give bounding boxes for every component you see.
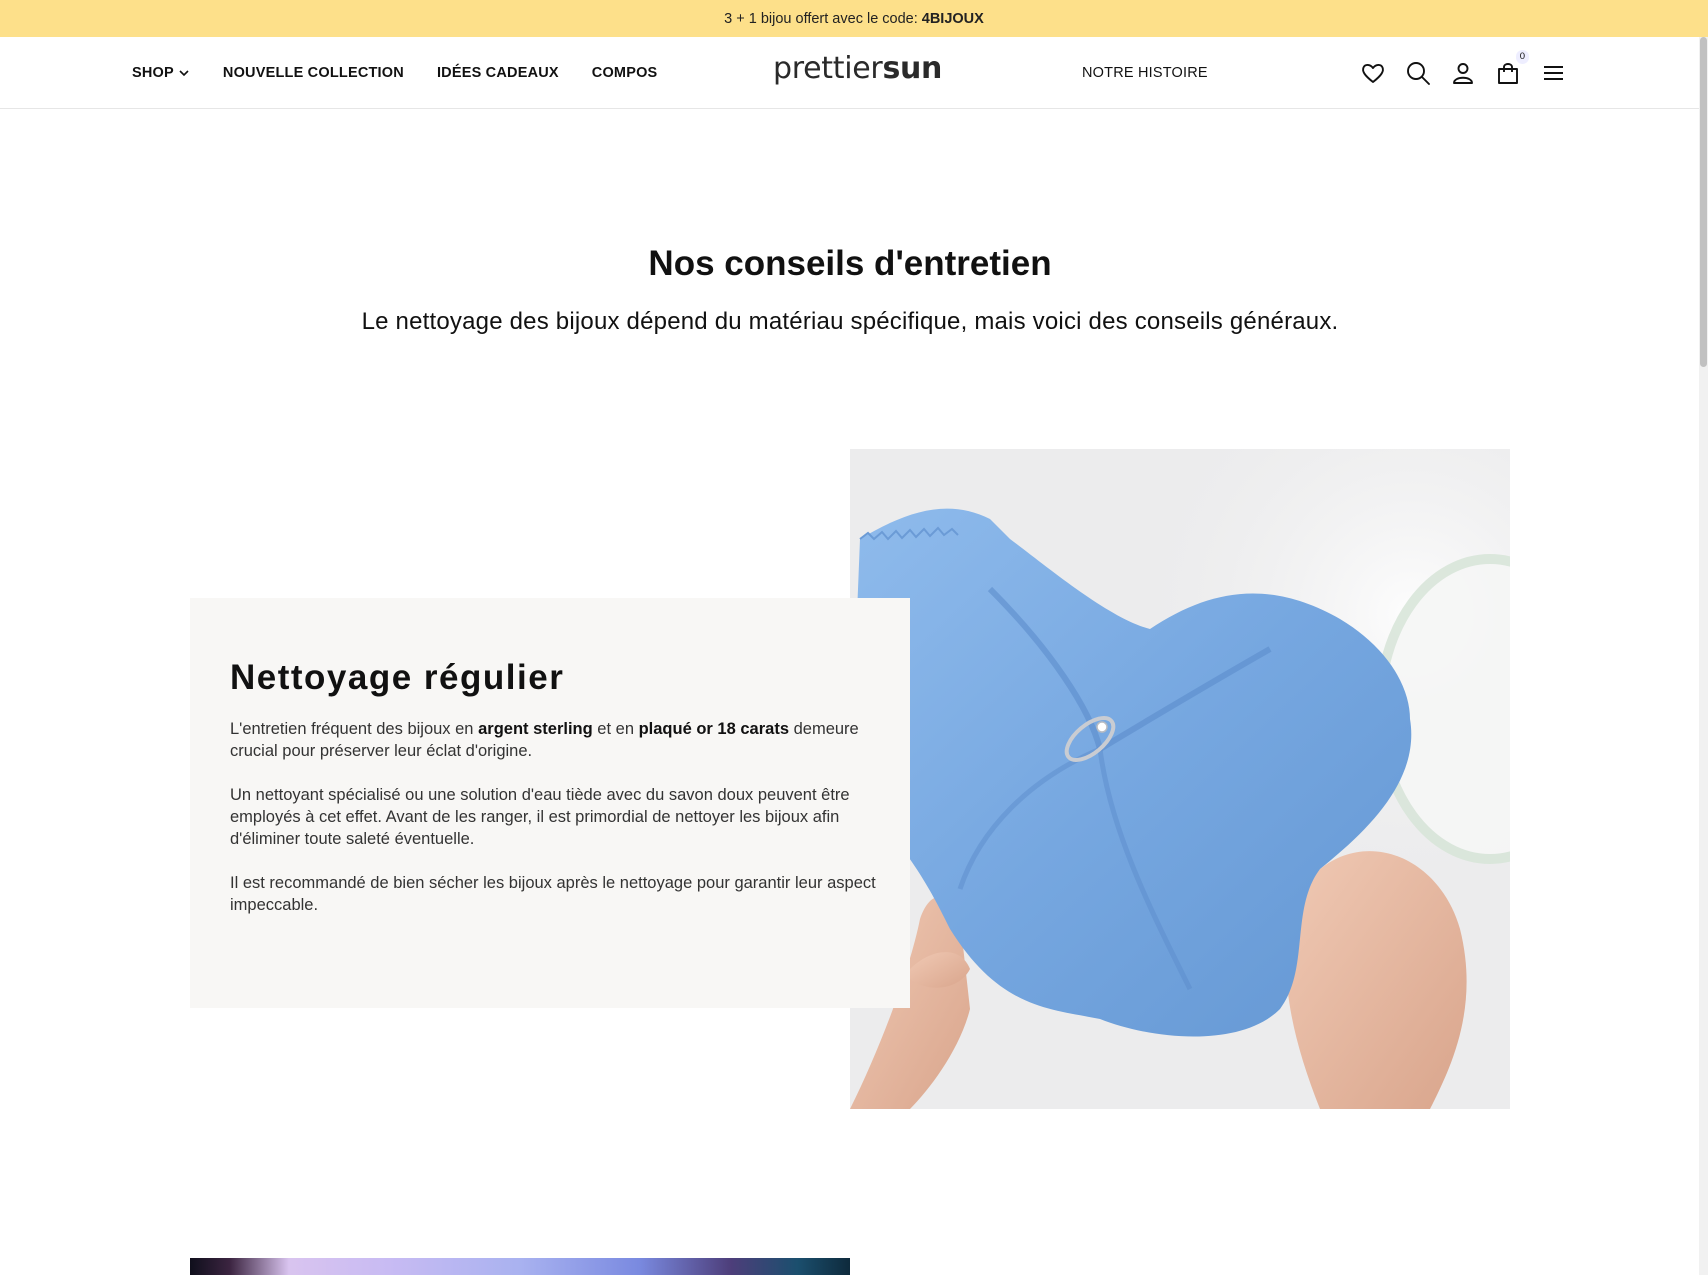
nav-nouvelle-collection[interactable]: NOUVELLE COLLECTION	[223, 65, 404, 81]
card-title: Nettoyage régulier	[230, 658, 565, 697]
header-icons: 0	[1360, 37, 1566, 109]
next-section-image	[190, 1258, 850, 1275]
card-paragraph-2: Un nettoyant spécialisé ou une solution …	[230, 786, 850, 848]
cart-count-badge: 0	[1515, 50, 1529, 64]
card-paragraph-1: L'entretien fréquent des bijoux en argen…	[230, 718, 880, 762]
card-p1-text-a: L'entretien fréquent des bijoux en	[230, 720, 474, 738]
card-p1-strong-sterling: argent sterling	[478, 720, 593, 738]
card-p1-strong-gold: plaqué or 18 carats	[638, 720, 789, 738]
promo-code: 4BIJOUX	[921, 10, 984, 27]
page-title: Nos conseils d'entretien	[648, 244, 1052, 283]
announcement-bar: 3 + 1 bijou offert avec le code: 4BIJOUX	[0, 0, 1708, 37]
care-tip-card: Nettoyage régulier L'entretien fréquent …	[190, 598, 910, 1008]
scrollbar-thumb[interactable]	[1700, 37, 1707, 367]
page-scrollbar[interactable]	[1699, 37, 1708, 1275]
nav-idees-cadeaux[interactable]: IDÉES CADEAUX	[437, 65, 559, 81]
card-paragraph-3: Il est recommandé de bien sécher les bij…	[230, 874, 876, 914]
site-logo[interactable]: prettiersun	[773, 51, 942, 86]
nav-shop-label: SHOP	[132, 65, 174, 81]
site-header: SHOP NOUVELLE COLLECTION IDÉES CADEAUX C…	[0, 37, 1708, 109]
page-subtitle: Le nettoyage des bijoux dépend du matéri…	[361, 308, 1339, 335]
cleaning-cloth-photo	[850, 449, 1510, 1109]
cart-icon[interactable]: 0	[1495, 50, 1529, 86]
heart-icon[interactable]	[1360, 60, 1386, 86]
chevron-down-icon	[179, 70, 189, 77]
page: 3 + 1 bijou offert avec le code: 4BIJOUX…	[0, 0, 1708, 1275]
search-icon[interactable]	[1405, 60, 1431, 86]
user-icon[interactable]	[1450, 60, 1476, 86]
nav-shop[interactable]: SHOP	[132, 65, 190, 81]
card-p1-text-c: et en	[597, 720, 634, 738]
main-nav: SHOP NOUVELLE COLLECTION IDÉES CADEAUX C…	[132, 37, 657, 109]
nav-notre-histoire[interactable]: NOTRE HISTOIRE	[1082, 37, 1208, 109]
menu-icon[interactable]	[1540, 60, 1566, 86]
announcement-text: 3 + 1 bijou offert avec le code:	[724, 10, 918, 27]
logo-light: prettier	[773, 51, 883, 86]
logo-bold: sun	[882, 51, 943, 86]
nav-compos[interactable]: COMPOS	[592, 65, 658, 81]
